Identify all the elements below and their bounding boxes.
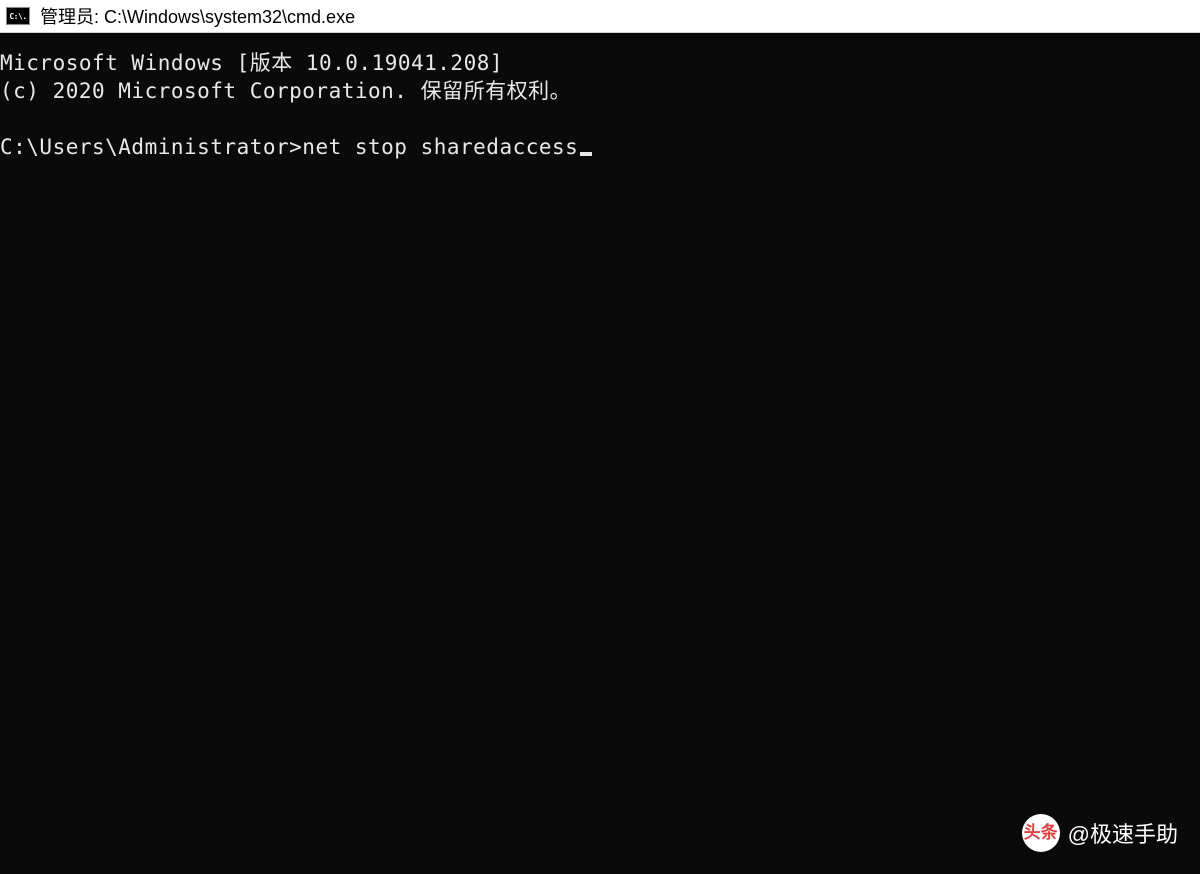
cmd-icon-label: C:\. <box>9 12 26 21</box>
terminal-output-line: (c) 2020 Microsoft Corporation. 保留所有权利。 <box>0 77 1200 105</box>
watermark-logo-text: 头条 <box>1024 824 1058 841</box>
terminal-prompt-line: C:\Users\Administrator>net stop sharedac… <box>0 133 1200 161</box>
cmd-icon: C:\. <box>6 7 30 25</box>
terminal-cursor <box>580 152 592 156</box>
terminal-prompt: C:\Users\Administrator> <box>0 133 302 161</box>
terminal-command-input[interactable]: net stop sharedaccess <box>302 133 578 161</box>
watermark-label: @极速手助 <box>1068 817 1178 849</box>
watermark-logo-icon: 头条 <box>1022 814 1060 852</box>
window-title: 管理员: C:\Windows\system32\cmd.exe <box>40 3 355 29</box>
terminal-content[interactable]: Microsoft Windows [版本 10.0.19041.208] (c… <box>0 33 1200 874</box>
watermark: 头条 @极速手助 <box>1022 814 1178 852</box>
terminal-blank-line <box>0 105 1200 133</box>
terminal-output-line: Microsoft Windows [版本 10.0.19041.208] <box>0 49 1200 77</box>
window-title-bar[interactable]: C:\. 管理员: C:\Windows\system32\cmd.exe <box>0 0 1200 33</box>
